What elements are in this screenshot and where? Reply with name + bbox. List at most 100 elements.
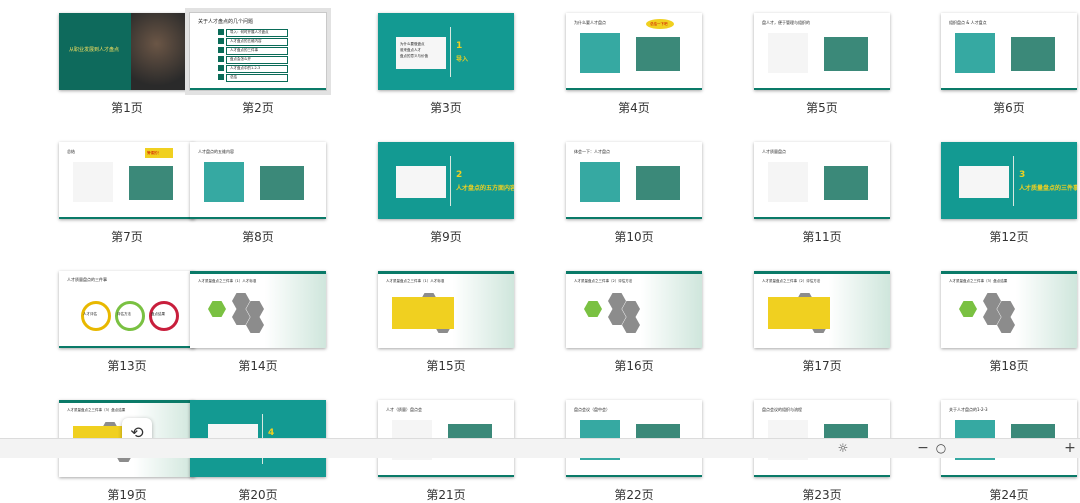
- content-block: [204, 162, 244, 202]
- slide-title: 从职业发展到人才盘点: [69, 47, 120, 53]
- divider-line: [1013, 156, 1014, 206]
- slide-preview[interactable]: 从职业发展到人才盘点: [59, 13, 195, 90]
- slide-label: 第3页: [430, 101, 462, 115]
- slide-preview[interactable]: 2 人才盘点的五方面内容: [378, 142, 514, 219]
- slide-title: 关于人才盘点的几个问题: [198, 19, 254, 25]
- slide-label: 第8页: [242, 230, 274, 244]
- zoom-slider-handle[interactable]: ○: [934, 439, 948, 458]
- hexagon-icon: [622, 301, 640, 317]
- slide-title: 人才质量盘点之三件事（2）评估方法: [574, 279, 633, 283]
- slide-title: 人才质量盘点的三件事: [67, 277, 107, 282]
- accent-bar: [941, 271, 1077, 274]
- ring-label: 评估方法: [117, 312, 131, 316]
- slide-preview[interactable]: 盘人才，便于管理与组织的: [754, 13, 890, 90]
- accessibility-icon[interactable]: ☼: [834, 439, 852, 458]
- content-block: [580, 33, 620, 73]
- content-block: [636, 166, 680, 200]
- callout-box: [768, 297, 830, 329]
- slide-label: 第4页: [618, 101, 650, 115]
- slide-title: 总结: [67, 149, 75, 154]
- slide-title: 人才质量盘点之三件事（1）人才标准: [386, 279, 445, 283]
- hexagon-icon: [983, 293, 1001, 309]
- content-panel: [959, 166, 1009, 198]
- slide-label: 第10页: [614, 230, 654, 244]
- content-block: [260, 166, 304, 200]
- list-item: 盘点会怎么开: [230, 57, 251, 61]
- slide-title: 组织盘点 & 人才盘点: [949, 20, 987, 25]
- list-item: 导入：何时开展人才盘点: [230, 30, 269, 34]
- slide-preview[interactable]: 总结 警惕的！: [59, 142, 195, 219]
- slide-title: 人才质量盘点之三件事（3）盘点结果: [949, 279, 1008, 283]
- accent-bar: [378, 475, 514, 477]
- divider-line: [450, 27, 451, 77]
- slide-preview[interactable]: 为什么要人才盘点 总结一下吧: [566, 13, 702, 90]
- accent-bar: [378, 271, 514, 274]
- content-block: [824, 166, 868, 200]
- hexagon-icon: [608, 309, 626, 325]
- accent-bar: [566, 88, 702, 90]
- zoom-in-button[interactable]: +: [1062, 439, 1078, 458]
- slide-title: 盘点会议的组织与流程: [762, 407, 802, 412]
- accent-bar: [190, 271, 326, 274]
- section-title: 人才盘点的五方面内容: [456, 185, 514, 192]
- portrait-image: [131, 13, 195, 90]
- content-block: [129, 166, 173, 200]
- slide-label: 第9页: [430, 230, 462, 244]
- slide-preview[interactable]: 人才质量盘点之三件事（1）人才标准: [190, 271, 326, 348]
- slide-title: 人才（质量）盘点会: [386, 407, 422, 412]
- callout-box: [392, 297, 454, 329]
- slide-label: 第18页: [989, 359, 1029, 373]
- divider-line: [450, 156, 451, 206]
- hexagon-icon: [208, 301, 226, 317]
- content-block: [824, 37, 868, 71]
- slide-title: 体会一下：人才盘点: [574, 149, 610, 154]
- accent-bar: [754, 217, 890, 219]
- ring-label: 人才评估: [83, 312, 97, 316]
- slide-preview[interactable]: 人才质量盘点: [754, 142, 890, 219]
- slide-preview[interactable]: 人才盘点的五维内容: [190, 142, 326, 219]
- slide-preview[interactable]: 组织盘点 & 人才盘点: [941, 13, 1077, 90]
- list-item: 总结: [230, 75, 237, 79]
- slide-label: 第23页: [802, 488, 842, 502]
- hexagon-icon: [997, 301, 1015, 317]
- slide-preview[interactable]: 3 人才质量盘点的三件事: [941, 142, 1077, 219]
- accent-bar: [754, 271, 890, 274]
- accent-bar: [754, 475, 890, 477]
- slide-preview[interactable]: 人才质量盘点之三件事（3）盘点结果: [941, 271, 1077, 348]
- slide-preview[interactable]: 人才质量盘点之三件事（1）人才标准: [378, 271, 514, 348]
- slide-label: 第22页: [614, 488, 654, 502]
- content-block: [955, 33, 995, 73]
- slide-title: 人才质量盘点: [762, 149, 786, 154]
- accent-bar: [59, 400, 195, 403]
- section-title: 导入: [456, 56, 469, 63]
- slide-preview[interactable]: 人才质量盘点之三件事（2）评估方法: [754, 271, 890, 348]
- callout-text: 总结一下吧: [650, 22, 668, 26]
- slide-label: 第12页: [989, 230, 1029, 244]
- hexagon-icon: [997, 317, 1015, 333]
- slide-title: 盘人才，便于管理与组织的: [762, 20, 810, 25]
- slide-preview[interactable]: 体会一下：人才盘点: [566, 142, 702, 219]
- slide-preview[interactable]: 人才质量盘点之三件事（2）评估方法: [566, 271, 702, 348]
- slide-preview[interactable]: 关于人才盘点的几个问题导入：何时开展人才盘点 人才盘点的五维内容 人才盘点的三件事盘…: [189, 12, 327, 91]
- status-bar: ☼ − ○ +: [0, 438, 1080, 458]
- accent-bar: [754, 88, 890, 90]
- content-block: [768, 162, 808, 202]
- slide-label: 第1页: [111, 101, 143, 115]
- zoom-out-button[interactable]: −: [916, 439, 930, 458]
- content-panel: [396, 166, 446, 198]
- slide-title: 为什么要人才盘点: [574, 20, 606, 25]
- hexagon-icon: [232, 293, 250, 309]
- accent-bar: [941, 475, 1077, 477]
- accent-bar: [941, 88, 1077, 90]
- list-item: 人才盘点的三件事: [230, 48, 258, 52]
- slide-label: 第24页: [989, 488, 1029, 502]
- accent-bar: [566, 271, 702, 274]
- slide-preview[interactable]: 1 导入 为什么要做盘点 谁来盘点人才 盘点的意义与价值: [378, 13, 514, 90]
- slide-preview[interactable]: 人才质量盘点的三件事 人才评估 评估方法 盘点结果: [59, 271, 195, 348]
- list-number: [218, 47, 224, 53]
- slide-label: 第19页: [107, 488, 147, 502]
- hexagon-icon: [246, 317, 264, 333]
- list-item: 人才盘点的五维内容: [230, 39, 262, 43]
- section-number: 1: [456, 41, 463, 51]
- hexagon-icon: [232, 309, 250, 325]
